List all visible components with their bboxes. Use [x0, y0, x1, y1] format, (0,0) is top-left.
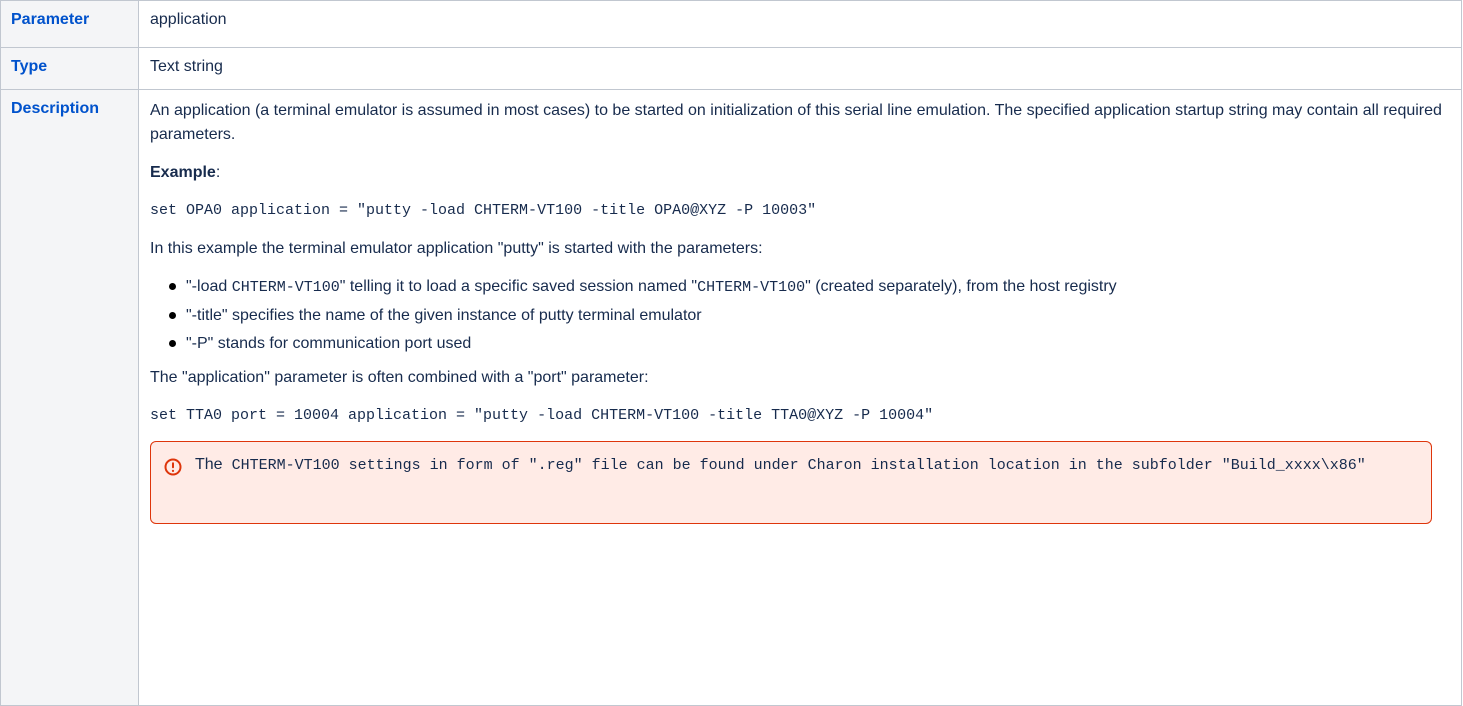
list-item: "-title" specifies the name of the given…: [169, 304, 1461, 328]
parameter-value: application: [138, 0, 1462, 48]
bullet-text-mid: " telling it to load a specific saved se…: [339, 278, 698, 295]
type-row: Type Text string: [0, 47, 1462, 90]
example-colon: :: [215, 164, 221, 181]
list-item: "-P" stands for communication port used: [169, 332, 1461, 356]
description-label: Description: [0, 89, 139, 706]
parameter-label: Parameter: [0, 0, 139, 48]
description-row: Description An application (a terminal e…: [0, 89, 1462, 706]
bullet-code-2: CHTERM-VT100: [697, 279, 806, 296]
description-content: An application (a terminal emulator is a…: [138, 89, 1462, 706]
bullet-icon: [169, 283, 176, 290]
error-icon: [164, 458, 182, 476]
bullet-text-post: " (created separately), from the host re…: [805, 278, 1117, 295]
note-text: The CHTERM-VT100 settings in form of ".r…: [195, 454, 1411, 477]
warning-note: The CHTERM-VT100 settings in form of ".r…: [150, 441, 1432, 524]
example-code: set OPA0 application = "putty -load CHTE…: [150, 202, 817, 219]
combined-explanation: The "application" parameter is often com…: [150, 369, 649, 386]
note-code: CHTERM-VT100 settings in form of ".reg" …: [222, 457, 1366, 474]
bullet-icon: [169, 340, 176, 347]
example-explanation: In this example the terminal emulator ap…: [150, 240, 763, 257]
combined-code: set TTA0 port = 10004 application = "put…: [150, 407, 934, 424]
bullet-text: "-title" specifies the name of the given…: [186, 307, 702, 324]
type-value: Text string: [138, 47, 1462, 90]
parameter-table: Parameter application Type Text string D…: [0, 0, 1462, 706]
bullet-icon: [169, 312, 176, 319]
list-item: "-load CHTERM-VT100" telling it to load …: [169, 275, 1461, 300]
parameter-list: "-load CHTERM-VT100" telling it to load …: [150, 275, 1461, 356]
example-heading: Example:: [150, 161, 1461, 185]
bullet-text-pre: "-load: [186, 278, 232, 295]
example-label: Example: [150, 164, 216, 181]
parameter-row: Parameter application: [0, 0, 1462, 48]
bullet-code: CHTERM-VT100: [231, 279, 340, 296]
description-intro: An application (a terminal emulator is a…: [150, 102, 1442, 143]
note-lead: The: [195, 456, 223, 473]
bullet-text: "-P" stands for communication port used: [186, 335, 472, 352]
type-label: Type: [0, 47, 139, 90]
